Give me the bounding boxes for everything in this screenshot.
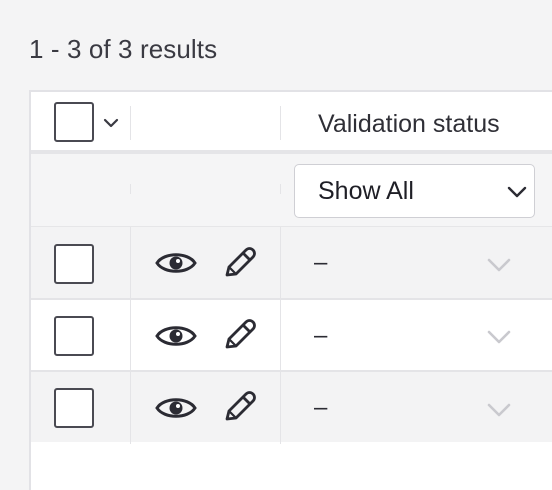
select-all-checkbox[interactable]: [54, 102, 94, 142]
pencil-icon[interactable]: [221, 317, 257, 353]
chevron-down-icon[interactable]: [486, 257, 512, 273]
row-checkbox[interactable]: [54, 244, 94, 284]
eye-icon[interactable]: [155, 322, 197, 350]
column-divider: [280, 227, 281, 299]
results-table: Validation status Show All – – –: [29, 90, 552, 490]
column-divider: [280, 184, 281, 194]
column-divider: [280, 300, 281, 372]
column-divider: [280, 372, 281, 444]
column-divider: [280, 106, 281, 140]
pencil-icon[interactable]: [221, 245, 257, 281]
pencil-icon[interactable]: [221, 389, 257, 425]
validation-status-column-header[interactable]: Validation status: [318, 110, 500, 139]
row-checkbox[interactable]: [54, 388, 94, 428]
column-divider: [130, 372, 131, 444]
eye-icon[interactable]: [155, 249, 197, 277]
table-row: –: [31, 226, 552, 299]
column-divider: [130, 184, 131, 194]
row-checkbox[interactable]: [54, 316, 94, 356]
results-count: 1 - 3 of 3 results: [29, 34, 218, 64]
chevron-down-icon[interactable]: [486, 329, 512, 345]
chevron-down-icon[interactable]: [103, 117, 119, 129]
filter-selected-value: Show All: [318, 177, 414, 205]
table-row: –: [31, 370, 552, 444]
validation-status-value: –: [314, 394, 328, 421]
table-row: –: [31, 298, 552, 372]
eye-icon[interactable]: [155, 394, 197, 422]
validation-status-filter-select[interactable]: Show All: [294, 164, 535, 218]
column-divider: [130, 106, 131, 140]
column-divider: [130, 300, 131, 372]
table-filter-row: Show All: [31, 154, 552, 226]
chevron-down-icon[interactable]: [486, 402, 512, 418]
validation-status-value: –: [314, 322, 328, 349]
table-header-row: Validation status: [31, 92, 552, 154]
chevron-down-icon: [507, 186, 527, 198]
column-divider: [130, 227, 131, 299]
validation-status-value: –: [314, 249, 328, 276]
